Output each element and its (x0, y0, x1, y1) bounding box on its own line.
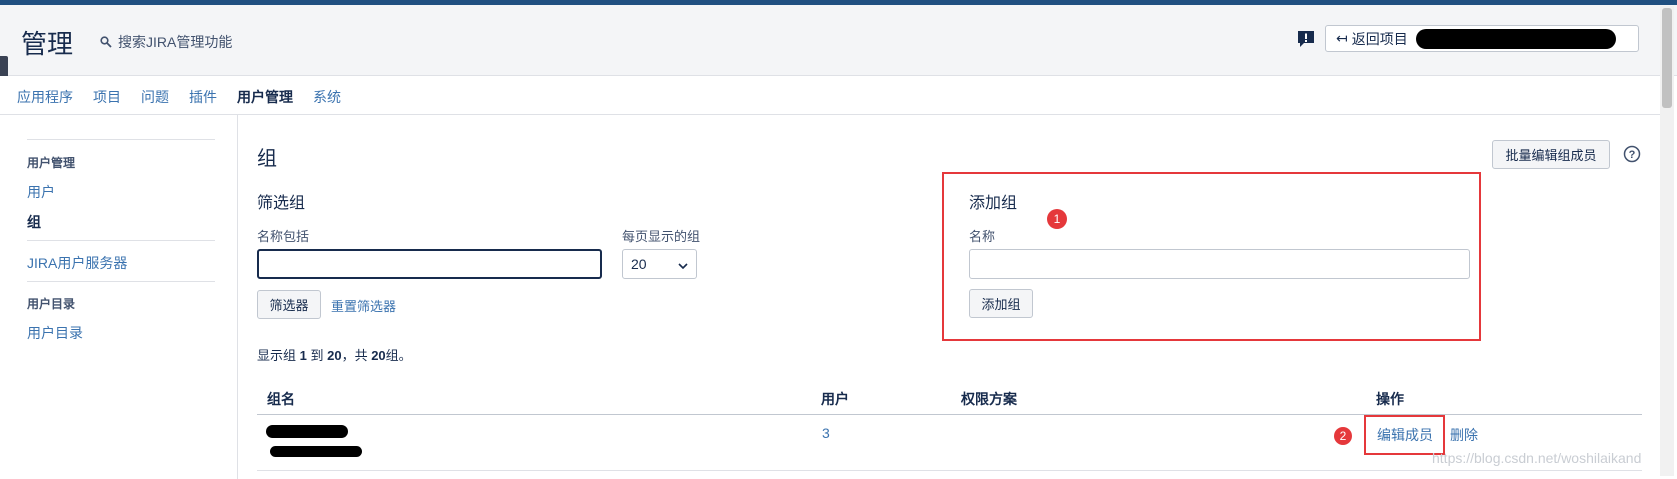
svg-text:?: ? (1629, 149, 1636, 161)
bulk-edit-group-members-button[interactable]: 批量编辑组成员 (1492, 140, 1610, 169)
add-group-button[interactable]: 添加组 (969, 289, 1033, 318)
feedback-icon[interactable] (1297, 30, 1315, 48)
nav-tab-addons[interactable]: 插件 (189, 87, 217, 107)
back-arrow-icon: ↤ (1336, 30, 1348, 46)
sidebar-divider (27, 139, 215, 140)
column-header-group-name: 组名 (267, 391, 295, 407)
nav-tab-applications[interactable]: 应用程序 (17, 87, 73, 107)
column-header-operations: 操作 (1376, 391, 1404, 407)
nav-tab-projects[interactable]: 项目 (93, 87, 121, 107)
results-summary: 显示组 1 到 20，共 20组。 (257, 348, 412, 363)
annotation-marker-2: 2 (1334, 427, 1352, 445)
redacted-group-name (266, 425, 348, 438)
sidebar-divider (27, 281, 215, 282)
sidebar-divider (27, 240, 215, 241)
nav-tab-system[interactable]: 系统 (313, 87, 341, 107)
add-group-name-input[interactable] (969, 249, 1470, 279)
page-title: 组 (257, 148, 277, 170)
group-user-count-link[interactable]: 3 (822, 425, 830, 441)
groups-per-page-select[interactable]: 20 (622, 249, 697, 279)
delete-group-link[interactable]: 删除 (1450, 425, 1478, 445)
sidebar-item-user-directories[interactable]: 用户目录 (27, 323, 83, 343)
nav-tab-user-management[interactable]: 用户管理 (237, 87, 293, 107)
help-icon[interactable]: ? (1623, 145, 1641, 166)
column-header-users: 用户 (821, 391, 849, 407)
groups-per-page-label: 每页显示的组 (622, 229, 701, 244)
sidebar-item-users[interactable]: 用户 (27, 182, 55, 202)
sidebar-item-jira-user-server[interactable]: JIRA用户服务器 (27, 253, 127, 273)
page-header-title: 管理 (21, 29, 74, 59)
add-group-name-label: 名称 (969, 229, 996, 244)
scrollbar-thumb[interactable] (1662, 8, 1672, 108)
search-label: 搜索JIRA管理功能 (118, 34, 233, 50)
watermark-text: https://blog.csdn.net/woshilaikand (1432, 450, 1642, 466)
filter-groups-title: 筛选组 (257, 195, 306, 212)
sidebar-heading-user-management: 用户管理 (27, 156, 76, 170)
sidebar-item-groups[interactable]: 组 (27, 212, 41, 232)
back-button-label: 返回项目 (1351, 30, 1408, 47)
name-contains-input[interactable] (257, 249, 602, 279)
name-contains-label: 名称包括 (257, 229, 310, 244)
reset-filter-link[interactable]: 重置筛选器 (331, 296, 396, 315)
edit-members-link[interactable]: 编辑成员 (1377, 425, 1433, 445)
back-to-project-button[interactable]: ↤ 返回项目 (1325, 25, 1639, 52)
nav-tab-issues[interactable]: 问题 (141, 87, 169, 107)
sidebar-heading-user-directories: 用户目录 (27, 297, 76, 311)
redacted-project-name (1415, 28, 1616, 49)
groups-per-page-value: 20 (631, 256, 647, 272)
column-header-permission-schemes: 权限方案 (961, 391, 1017, 407)
redacted-group-name (270, 446, 362, 457)
add-group-title: 添加组 (969, 195, 1018, 212)
table-row-divider (257, 470, 1642, 471)
filter-button[interactable]: 筛选器 (257, 290, 321, 319)
search-icon (100, 36, 112, 48)
admin-search[interactable]: 搜索JIRA管理功能 (100, 32, 232, 52)
annotation-marker-1: 1 (1047, 209, 1067, 229)
chevron-down-icon (678, 256, 688, 272)
